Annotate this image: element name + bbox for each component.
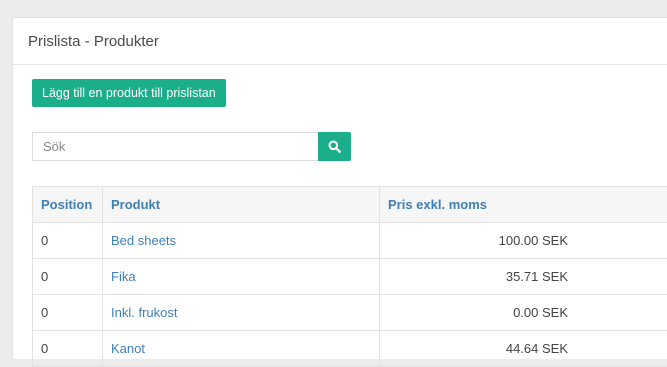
products-table: Position Produkt Pris exkl. moms 0 Bed s… <box>32 186 667 367</box>
product-link[interactable]: Fika <box>111 269 136 284</box>
price-cell: 0.00 SEK <box>380 295 667 331</box>
search-bar <box>32 132 351 161</box>
product-cell: Kanot <box>103 331 380 367</box>
table-row: 0 Bed sheets 100.00 SEK <box>33 223 667 259</box>
position-cell: 0 <box>33 295 103 331</box>
table-row: 0 Inkl. frukost 0.00 SEK <box>33 295 667 331</box>
position-cell: 0 <box>33 331 103 367</box>
column-header-position[interactable]: Position <box>33 187 103 223</box>
position-cell: 0 <box>33 223 103 259</box>
table-row: 0 Fika 35.71 SEK <box>33 259 667 295</box>
product-link[interactable]: Bed sheets <box>111 233 176 248</box>
table-row: 0 Kanot 44.64 SEK <box>33 331 667 367</box>
product-cell: Inkl. frukost <box>103 295 380 331</box>
position-cell: 0 <box>33 259 103 295</box>
table-header-row: Position Produkt Pris exkl. moms <box>33 187 667 223</box>
price-cell: 100.00 SEK <box>380 223 667 259</box>
search-icon <box>328 140 341 153</box>
search-input[interactable] <box>32 132 318 161</box>
product-link[interactable]: Kanot <box>111 341 145 356</box>
product-cell: Bed sheets <box>103 223 380 259</box>
price-cell: 35.71 SEK <box>380 259 667 295</box>
top-bar <box>0 0 667 17</box>
price-cell: 44.64 SEK <box>380 331 667 367</box>
column-header-product[interactable]: Produkt <box>103 187 380 223</box>
product-link[interactable]: Inkl. frukost <box>111 305 177 320</box>
add-product-button[interactable]: Lägg till en produkt till prislistan <box>32 79 226 107</box>
search-button[interactable] <box>318 132 351 161</box>
column-header-price[interactable]: Pris exkl. moms <box>380 187 667 223</box>
product-cell: Fika <box>103 259 380 295</box>
panel-title: Prislista - Produkter <box>13 18 667 65</box>
